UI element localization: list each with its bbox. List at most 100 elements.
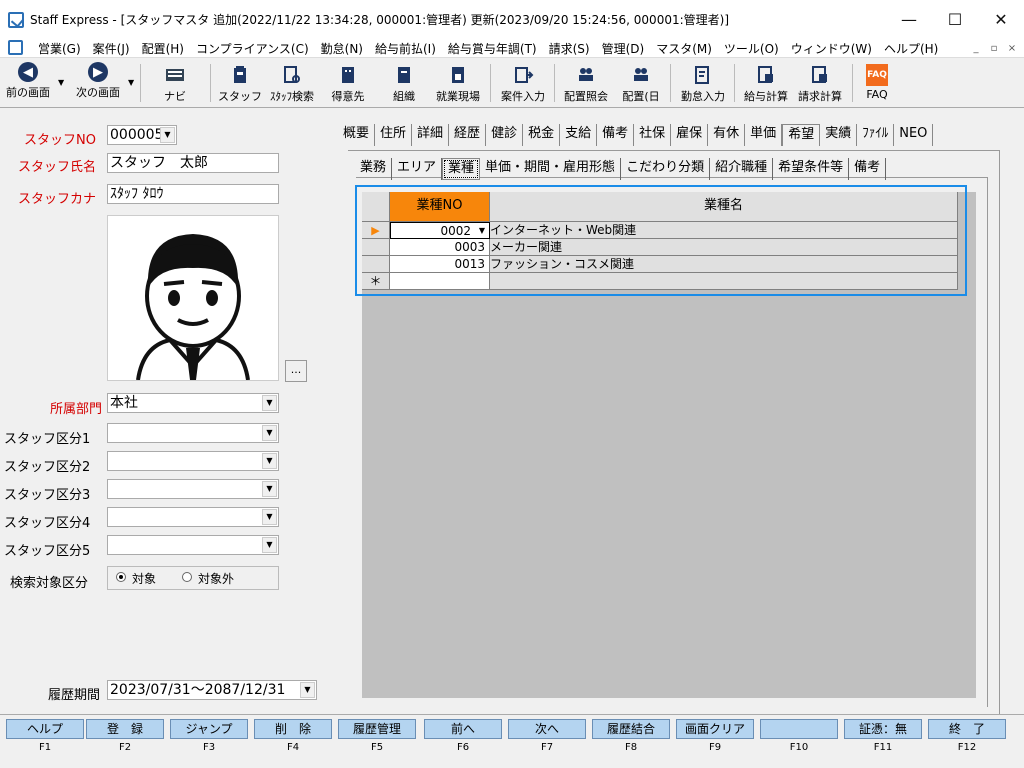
fkey-button-f2[interactable]: 登 録: [86, 719, 164, 739]
prev-dropdown-icon[interactable]: ▼: [58, 78, 64, 87]
fkey-button-f6[interactable]: 前へ: [424, 719, 502, 739]
title-bar: Staff Express - [スタッフマスタ 追加(2022/11/22 1…: [0, 0, 1024, 38]
menu-compliance[interactable]: コンプライアンス(C): [190, 40, 315, 57]
tab-main-7[interactable]: 備考: [597, 124, 635, 146]
tab-main-11[interactable]: 単価: [745, 124, 783, 146]
menu-attendance[interactable]: 勤怠(N): [315, 40, 369, 57]
assign-day-button[interactable]: 配置(日: [616, 62, 666, 106]
fkey-button-f10[interactable]: [760, 719, 838, 739]
tab-main-13[interactable]: 実績: [820, 124, 858, 146]
tab-sub-2[interactable]: 業種: [442, 158, 481, 180]
chevron-down-icon[interactable]: ▼: [160, 127, 175, 143]
staff-button[interactable]: スタッフ: [218, 62, 262, 106]
menu-window[interactable]: ウィンドウ(W): [785, 40, 878, 57]
staff-no-select[interactable]: 000005 ▼: [107, 125, 177, 145]
menu-billing[interactable]: 請求(S): [543, 40, 596, 57]
case-input-button[interactable]: 案件入力: [496, 62, 550, 106]
payroll-button[interactable]: 給与計算: [740, 62, 792, 106]
staff-kana-field[interactable]: ｽﾀｯﾌ ﾀﾛｳ: [107, 184, 279, 204]
menu-sales[interactable]: 営業(G): [32, 40, 87, 57]
next-dropdown-icon[interactable]: ▼: [128, 78, 134, 87]
tab-main-9[interactable]: 雇保: [671, 124, 709, 146]
fkey-button-f11[interactable]: 証憑：無: [844, 719, 922, 739]
tab-sub-0[interactable]: 業務: [355, 158, 393, 180]
tab-main-10[interactable]: 有休: [708, 124, 746, 146]
tab-sub-5[interactable]: 紹介職種: [710, 158, 774, 180]
org-button[interactable]: 組織: [382, 62, 426, 106]
menu-master[interactable]: マスタ(M): [650, 40, 718, 57]
tab-sub-1[interactable]: エリア: [392, 158, 443, 180]
close-icon[interactable]: ✕: [978, 0, 1024, 38]
tab-main-5[interactable]: 税金: [523, 124, 561, 146]
staff-search-button[interactable]: ｽﾀｯﾌ検索: [264, 62, 320, 106]
mdi-minimize-icon[interactable]: _: [970, 42, 982, 54]
tab-main-4[interactable]: 健診: [486, 124, 524, 146]
chevron-down-icon[interactable]: ▼: [262, 509, 277, 525]
prev-screen-button[interactable]: ◀ 前の画面: [2, 62, 54, 106]
tab-main-8[interactable]: 社保: [634, 124, 672, 146]
menu-assign[interactable]: 配置(H): [136, 40, 190, 57]
fkey-button-f3[interactable]: ジャンプ: [170, 719, 248, 739]
menu-payroll[interactable]: 給与賞与年調(T): [442, 40, 543, 57]
arrow-left-icon: ◀: [18, 62, 38, 82]
menu-prepay[interactable]: 給与前払(I): [369, 40, 442, 57]
mdi-restore-icon[interactable]: ▫: [988, 42, 1000, 54]
tab-main-6[interactable]: 支給: [560, 124, 598, 146]
fkey-button-f4[interactable]: 削 除: [254, 719, 332, 739]
next-screen-button[interactable]: ▶ 次の画面: [72, 62, 124, 106]
tab-main-15[interactable]: NEO: [894, 124, 934, 146]
search-target-group: 対象 対象外: [107, 566, 279, 590]
class2-select[interactable]: ▼: [107, 451, 279, 471]
class1-select[interactable]: ▼: [107, 423, 279, 443]
mdi-close-icon[interactable]: ×: [1006, 42, 1018, 54]
faq-button[interactable]: FAQ FAQ: [858, 62, 896, 106]
tab-main-0[interactable]: 概要: [338, 124, 376, 146]
tab-sub-6[interactable]: 希望条件等: [773, 158, 850, 180]
tab-main-3[interactable]: 経歴: [449, 124, 487, 146]
fkey-button-f1[interactable]: ヘルプ: [6, 719, 84, 739]
staff-name-field[interactable]: スタッフ 太郎: [107, 153, 279, 173]
chevron-down-icon[interactable]: ▼: [262, 425, 277, 441]
tab-sub-4[interactable]: こだわり分類: [621, 158, 711, 180]
photo-browse-button[interactable]: ...: [285, 360, 307, 382]
class4-select[interactable]: ▼: [107, 507, 279, 527]
fkey-button-f8[interactable]: 履歴結合: [592, 719, 670, 739]
staff-no-label: スタッフNO: [24, 133, 96, 148]
mdi-child-icon[interactable]: [8, 40, 23, 55]
site-button[interactable]: 就業現場: [432, 62, 484, 106]
menu-case[interactable]: 案件(J): [87, 40, 136, 57]
attendance-button[interactable]: 勤怠入力: [676, 62, 730, 106]
fkey-button-f7[interactable]: 次へ: [508, 719, 586, 739]
people-icon: [579, 68, 593, 81]
fkey-button-f12[interactable]: 終 了: [928, 719, 1006, 739]
fkey-button-f5[interactable]: 履歴管理: [338, 719, 416, 739]
tab-sub-3[interactable]: 単価・期間・雇用形態: [480, 158, 622, 180]
assign-query-button[interactable]: 配置照会: [560, 62, 612, 106]
class5-select[interactable]: ▼: [107, 535, 279, 555]
dept-select[interactable]: 本社 ▼: [107, 393, 279, 413]
tab-main-14[interactable]: ﾌｧｲﾙ: [857, 124, 895, 146]
client-button[interactable]: 得意先: [326, 62, 370, 106]
radio-on[interactable]: [116, 572, 126, 582]
billing-button[interactable]: 請求計算: [794, 62, 846, 106]
chevron-down-icon[interactable]: ▼: [262, 395, 277, 411]
tab-main-2[interactable]: 詳細: [412, 124, 450, 146]
menu-tools[interactable]: ツール(O): [718, 40, 785, 57]
chevron-down-icon[interactable]: ▼: [262, 481, 277, 497]
tab-main-12[interactable]: 希望: [782, 124, 821, 146]
tab-sub-7[interactable]: 備考: [849, 158, 887, 180]
menu-help[interactable]: ヘルプ(H): [878, 40, 944, 57]
minimize-icon[interactable]: —: [886, 0, 932, 38]
radio-off[interactable]: [182, 572, 192, 582]
class3-select[interactable]: ▼: [107, 479, 279, 499]
tab-main-1[interactable]: 住所: [375, 124, 413, 146]
fkey-button-f9[interactable]: 画面クリア: [676, 719, 754, 739]
menu-admin[interactable]: 管理(D): [596, 40, 651, 57]
chevron-down-icon[interactable]: ▼: [300, 682, 315, 698]
chevron-down-icon[interactable]: ▼: [262, 453, 277, 469]
chevron-down-icon[interactable]: ▼: [262, 537, 277, 553]
navi-button[interactable]: ナビ: [152, 62, 198, 106]
history-select[interactable]: 2023/07/31～2087/12/31 ▼: [107, 680, 317, 700]
maximize-icon[interactable]: ☐: [932, 0, 978, 38]
grid-focus-highlight: [355, 185, 967, 296]
